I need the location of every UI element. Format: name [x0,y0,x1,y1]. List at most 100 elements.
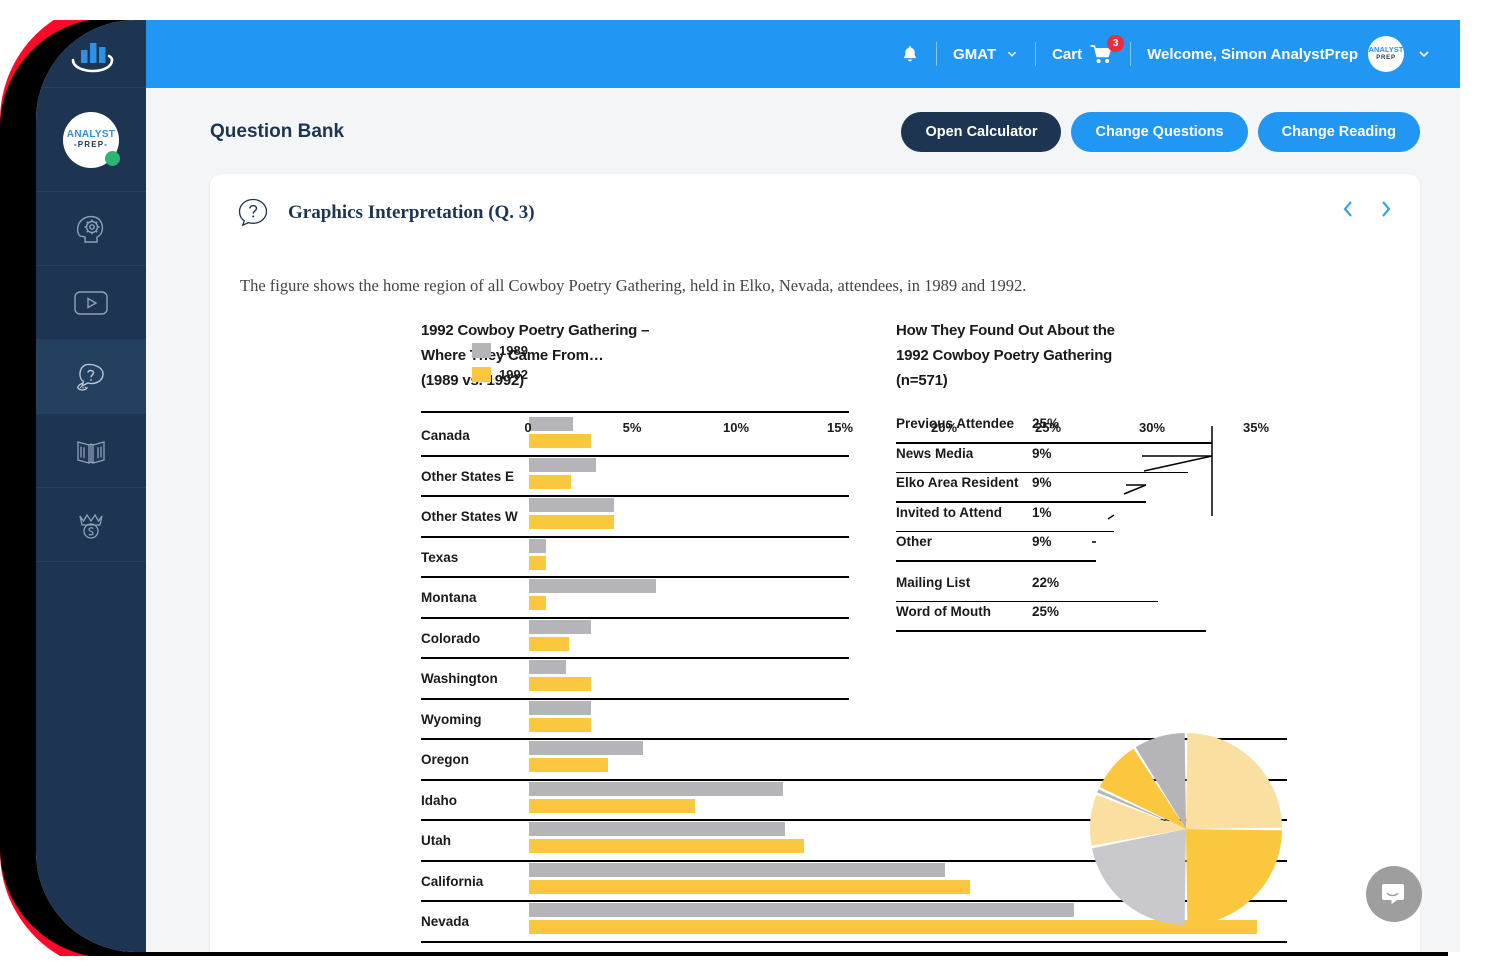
bar-category-label: Nevada [421,914,470,929]
avatar: ANALYST -PREP- [63,111,120,168]
question-type-title: Graphics Interpretation (Q. 3) [288,202,535,223]
leader-line [1123,484,1147,495]
legend-label-1992: 1992 [499,367,528,382]
bar-1992 [529,555,546,570]
bar-1992 [529,677,592,691]
online-status-dot [105,150,120,166]
cart-count-badge: 3 [1107,35,1125,52]
header-avatar-line-2: PREP [1376,55,1396,61]
page-header: Question Bank Open Calculator Change Que… [210,112,1420,152]
x-axis-tick: 15% [826,420,854,435]
open-calculator-button[interactable]: Open Calculator [901,112,1062,152]
bar-1989 [529,457,596,472]
topbar-divider-2 [1035,42,1037,66]
leader-line [1107,514,1115,520]
bar-category-label: Utah [421,833,451,848]
bar-1989 [529,660,567,674]
bar-category-label: Oregon [421,752,470,767]
bar-1992 [529,717,592,732]
bar-category-label: Montana [421,590,477,605]
legend-item-1992: 1992 [472,367,528,382]
topbar: GMAT Cart 3 Welcome, Simon AnalystPrep A… [146,20,1460,88]
chevron-left-icon[interactable] [1340,198,1356,220]
user-menu[interactable]: Welcome, Simon AnalystPrep ANALYST PREP [1147,36,1432,72]
page-actions: Open Calculator Change Questions Change … [901,112,1420,152]
bar-1992 [529,474,571,489]
topbar-divider-1 [936,42,938,66]
sidebar-logo[interactable] [36,20,146,88]
app-window: ANALYST -PREP- GMAT Cart 3 Welcome, Simo… [36,20,1460,952]
brain-gear-icon [76,215,104,243]
cart-label: Cart [1052,45,1083,63]
x-axis-tick: 5% [622,420,642,435]
bar-category-label: Texas [421,549,459,565]
bar-category-label: Washington [421,671,498,686]
cart-button[interactable]: Cart 3 [1052,35,1125,64]
bar-1992 [529,758,609,772]
x-axis-tick: 10% [722,420,750,435]
video-play-icon [74,290,108,315]
pie-chart-title-line-3: (n=571) [896,372,948,389]
bar-1989 [529,781,783,796]
pie-chart-title-line-2: 1992 Cowboy Poetry Gathering [896,347,1113,364]
change-questions-button[interactable]: Change Questions [1071,112,1248,152]
avatar-line-1: ANALYST [66,128,116,140]
bar-chart-title-line-1: 1992 Cowboy Poetry Gathering – [421,322,650,339]
exam-label: GMAT [953,45,997,63]
bar-1989 [529,741,644,755]
bar-1989 [529,538,546,553]
bar-category-label: California [421,873,484,889]
bar-1989 [529,579,656,593]
pie-leader-lines [1092,426,1213,543]
sidebar-item-learn[interactable] [36,192,146,266]
decorative-top-mask [0,0,1488,20]
header-avatar: ANALYST PREP [1368,36,1404,72]
bell-icon[interactable] [900,44,920,64]
question-prompt: The figure shows the home region of all … [240,276,1027,295]
question-navigation [1340,198,1394,220]
sidebar-item-question-bank[interactable] [36,340,146,414]
bar-1989 [529,498,615,512]
bar-category-label: Wyoming [421,711,482,727]
question-chat-icon [77,363,104,391]
bar-category-label: Idaho [421,792,457,808]
legend-label-1989: 1989 [499,343,528,358]
change-reading-button[interactable]: Change Reading [1257,112,1420,152]
bar-category-label: Other States E [421,468,515,484]
bar-1989 [529,619,592,634]
question-card: Graphics Interpretation (Q. 3) The figur… [210,174,1420,952]
chat-bubble-icon [1382,884,1404,905]
x-axis-tick: 0 [524,420,532,435]
header-avatar-line-1: ANALYST [1368,45,1404,54]
bar-chart-logo-icon [71,42,114,72]
leader-line [1143,455,1213,472]
open-book-icon [77,440,105,464]
bar-1992 [529,636,569,651]
legend-swatch-1989 [472,343,491,358]
bar-1989 [529,822,785,836]
decorative-bottom-mask [0,956,1488,972]
intercom-chat-button[interactable] [1366,866,1422,922]
bar-1989 [529,862,945,877]
bar-chart-top-rule [421,411,849,413]
bar-1992 [529,596,546,610]
sidebar-item-videos[interactable] [36,266,146,340]
pie-chart-title-line-1: How They Found Out About the [896,322,1115,339]
legend-swatch-1992 [472,367,491,382]
chevron-down-icon [1008,51,1017,57]
topbar-divider-3 [1130,42,1132,66]
bar-1992 [529,839,804,853]
sidebar-item-study-notes[interactable] [36,414,146,488]
main-content: Question Bank Open Calculator Change Que… [146,88,1460,952]
bar-chart-legend: 1989 1992 [472,343,528,391]
chevron-right-icon[interactable] [1378,198,1394,220]
chevron-down-icon [1419,51,1429,58]
bar-1989 [529,700,592,715]
question-mark-bubble-icon [238,198,268,227]
bar-row-divider [421,940,1287,943]
bar-category-label: Colorado [421,630,481,646]
sidebar-item-premium[interactable] [36,488,146,562]
exam-selector[interactable]: GMAT [953,46,1019,63]
sidebar-user-avatar[interactable]: ANALYST -PREP- [36,88,146,192]
bar-1992 [529,798,696,813]
